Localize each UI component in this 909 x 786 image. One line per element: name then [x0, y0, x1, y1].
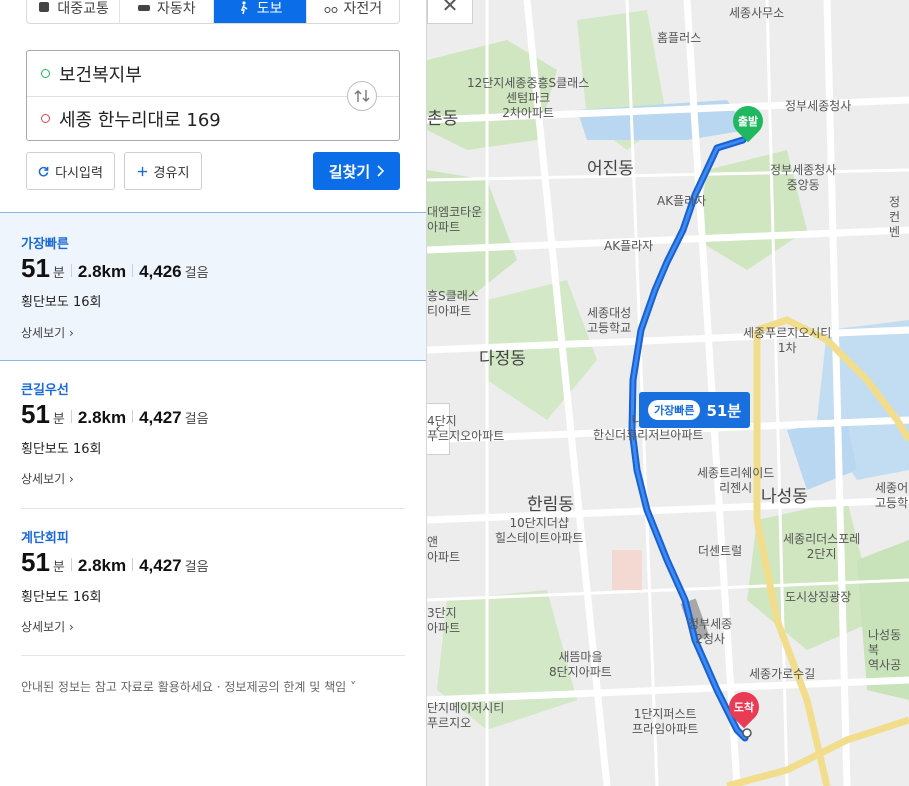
start-dot-icon [41, 69, 50, 78]
map-label: AK플라자 [657, 194, 707, 208]
search-route-button[interactable]: 길찾기 [313, 152, 400, 190]
map-label: 다정동 [479, 349, 526, 369]
transport-mode-tabs: 대중교통 자동차 도보 자전거 [26, 0, 400, 24]
route-option-label: 계단회피 [21, 531, 69, 546]
car-icon [138, 5, 151, 11]
map-label: 정부세종청사 [785, 99, 852, 113]
tab-walk[interactable]: 도보 [213, 0, 307, 23]
refresh-icon [38, 166, 49, 176]
add-waypoint-button[interactable]: 경유지 [124, 152, 202, 190]
chevron-right-icon [377, 165, 385, 177]
map-label: 홈플러스 [657, 31, 702, 45]
start-value: 보건복지부 [59, 64, 142, 86]
map-label: 12단지세종중흥S클래스 센텀파크 2차아파트 [467, 76, 590, 120]
map-label: AK플라자 [604, 239, 654, 253]
route-time-bubble[interactable]: 가장빠른 51분 [639, 392, 751, 428]
map-label: 세종리더스포레 2단지 [783, 532, 861, 561]
map-label: 정부세종청사 중앙동 [770, 163, 837, 192]
route-summary: 51 분 2.8km 4,427 걸음 [21, 547, 209, 577]
swap-button[interactable] [347, 81, 377, 111]
map-label: 세종가로수길 [749, 667, 816, 681]
chevron-down-icon: ˅ [350, 680, 357, 694]
map-label: 나성동복 역사공 [868, 628, 902, 672]
plus-icon [137, 166, 147, 176]
route-option-fastest[interactable]: 가장빠른 51 분 2.8km 4,426 걸음 횡단보도 16회 상세보기 › [0, 212, 426, 361]
bike-icon [324, 7, 338, 13]
map-label: 대엠코타운 아파트 [427, 205, 483, 234]
crosswalk-count: 횡단보도 16회 [21, 590, 102, 605]
disclaimer: 안내된 정보는 참고 자료로 활용하세요 · 정보제공의 한계 및 책임 ˅ [21, 680, 357, 694]
tab-bike[interactable]: 자전거 [307, 0, 399, 23]
close-directions-button[interactable]: ✕ [427, 0, 473, 24]
walk-icon [240, 1, 248, 15]
divider [21, 655, 405, 656]
map-label: 세종사무소 [729, 6, 785, 20]
map-label: 더센트럴 [698, 544, 743, 558]
map-label: 정 컨벤 [889, 195, 901, 239]
map-label: 10단지더샵 힐스테이트아파트 [495, 516, 584, 545]
map-label: 도시상징광장 [785, 590, 852, 604]
tab-transit[interactable]: 대중교통 [27, 0, 121, 23]
map-label: 단지메이저시티 푸르지오 [427, 701, 505, 730]
map-view[interactable]: ✕ ‹ 세종사무소 홈플러스 12단지세종중흥S클래스 센텀파크 2차아파트 촌… [427, 0, 909, 786]
swap-arrows-icon [354, 90, 370, 102]
map-label: 나성동 [761, 487, 808, 507]
map-label: 흥S클래스 티아파트 [427, 289, 479, 318]
disclaimer-link[interactable]: 정보제공의 한계 및 책임 [224, 680, 346, 694]
reset-button[interactable]: 다시입력 [26, 152, 115, 190]
map-label: 세종어 고등학 [875, 481, 909, 510]
map-label: 4단지 푸르지오아파트 [427, 414, 505, 443]
detail-link[interactable]: 상세보기 › [21, 470, 74, 487]
map-label: 1단지퍼스트 프라임아파트 [632, 707, 699, 736]
route-summary: 51 분 2.8km 4,427 걸음 [21, 399, 209, 429]
map-label: 한림동 [527, 495, 574, 515]
map-label: 새뜸마을 8단지아파트 [549, 650, 612, 679]
map-label: 촌동 [427, 109, 459, 129]
directions-panel: 대중교통 자동차 도보 자전거 보건복지부 세종 한누리대로 169 다시입력 … [0, 0, 427, 786]
close-icon: ✕ [441, 0, 459, 17]
route-option-main-road[interactable]: 큰길우선 51 분 2.8km 4,427 걸음 횡단보도 16회 상세보기 › [0, 362, 426, 509]
map-label: 앤 아파트 [427, 535, 461, 564]
route-option-label: 큰길우선 [21, 383, 69, 398]
crosswalk-count: 횡단보도 16회 [21, 295, 102, 310]
route-option-label: 가장빠른 [21, 237, 69, 252]
tab-car[interactable]: 자동차 [120, 0, 214, 23]
end-dot-icon [41, 114, 50, 123]
bus-icon [39, 2, 50, 12]
map-label: 정부세종 2청사 [688, 617, 733, 646]
crosswalk-count: 횡단보도 16회 [21, 442, 102, 457]
map-label: 어진동 [587, 159, 634, 179]
end-pin[interactable]: 도착 [722, 685, 766, 729]
end-value: 세종 한누리대로 169 [59, 109, 221, 131]
route-summary: 51 분 2.8km 4,426 걸음 [21, 253, 209, 283]
map-label: 세종푸르지오시티 1차 [743, 326, 832, 355]
map-label: 3단지 아파트 [427, 606, 461, 635]
route-input-box: 보건복지부 세종 한누리대로 169 [26, 50, 400, 141]
start-field[interactable]: 보건복지부 [27, 51, 337, 96]
detail-link[interactable]: 상세보기 › [21, 618, 74, 635]
end-field[interactable]: 세종 한누리대로 169 [27, 96, 337, 141]
start-pin[interactable]: 출발 [726, 99, 770, 143]
route-option-avoid-stairs[interactable]: 계단회피 51 분 2.8km 4,427 걸음 횡단보도 16회 상세보기 › [0, 509, 426, 656]
detail-link[interactable]: 상세보기 › [21, 324, 74, 341]
map-label: 세종대성 고등학교 [587, 306, 632, 335]
